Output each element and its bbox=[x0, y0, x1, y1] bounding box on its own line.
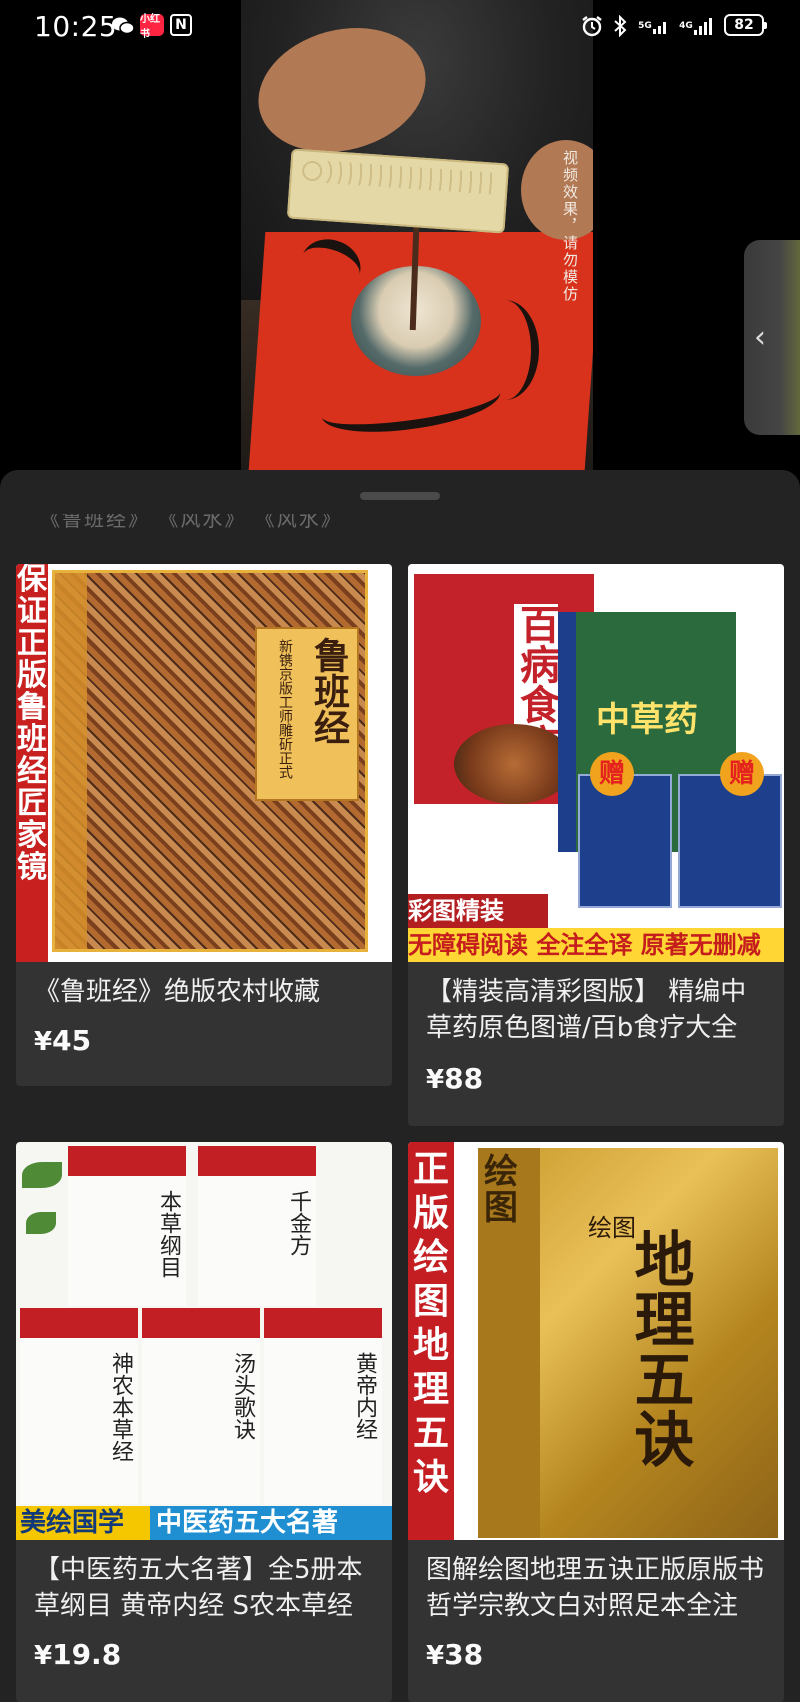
product-card[interactable]: 保证正版 鲁班经匠家镜 鲁班经 新镌京版工师雕斫正式 《鲁班经》绝版农村收藏 ¥… bbox=[16, 564, 392, 1086]
product-image: 本草纲目 千金方 神农本草经 汤头歌诀 黄帝内经 美绘国学 中医药五大名著 bbox=[16, 1142, 392, 1540]
currency-symbol: ¥ bbox=[426, 1641, 445, 1671]
promo-band-text: 保证正版 鲁班经匠家镜 bbox=[17, 564, 47, 885]
book-title: 黄帝内经 bbox=[352, 1352, 377, 1440]
book-cover: 绘图 绘图 地理五诀 bbox=[478, 1148, 778, 1538]
clock: 10:25 bbox=[34, 10, 118, 43]
product-card[interactable]: 正版绘图地理五诀 绘图 绘图 地理五诀 图解绘图地理五诀正版原版书哲学宗教文白对… bbox=[408, 1142, 784, 1702]
bluetooth-icon bbox=[612, 14, 628, 38]
book-spine bbox=[55, 573, 87, 949]
currency-symbol: ¥ bbox=[426, 1065, 445, 1095]
book-title: 千金方 bbox=[286, 1190, 311, 1256]
book-title: 汤头歌诀 bbox=[230, 1352, 255, 1440]
calligraphy-stroke bbox=[471, 300, 539, 400]
battery-icon: 82 bbox=[724, 14, 767, 36]
book-cover: 千金方 bbox=[198, 1146, 316, 1306]
product-title: 《鲁班经》绝版农村收藏 bbox=[34, 977, 321, 1007]
price-value: 38 bbox=[444, 1638, 484, 1671]
signal-5g-icon: 5G bbox=[636, 14, 672, 38]
status-bar: 10:25 小红书 N 5G 4G 82 bbox=[0, 0, 800, 52]
price-value: 88 bbox=[444, 1062, 484, 1095]
price-value: 19.8 bbox=[52, 1638, 122, 1671]
wechat-icon bbox=[110, 14, 136, 38]
book-cover: 本草纲目 bbox=[68, 1146, 186, 1306]
xiaohongshu-icon: 小红书 bbox=[140, 14, 164, 40]
promo-bar-left: 美绘国学 bbox=[16, 1506, 150, 1540]
video-player[interactable]: 视频效果，请勿模仿 bbox=[241, 0, 593, 470]
book-spine: 绘图 bbox=[478, 1148, 540, 1538]
gift-badge: 赠 bbox=[720, 752, 764, 796]
book-cover: 神农本草经 bbox=[20, 1308, 138, 1504]
product-price: ¥38 bbox=[426, 1638, 483, 1671]
promo-strip: 无障碍阅读 全注全译 原著无删减 bbox=[408, 928, 784, 962]
product-card[interactable]: 百病食疗 中草药 赠 赠 彩图精装 无障碍阅读 全注全译 原著无删减 【精装高清… bbox=[408, 564, 784, 1126]
product-price: ¥88 bbox=[426, 1062, 483, 1095]
chevron-left-icon: ‹ bbox=[754, 320, 766, 355]
product-title: 【中医药五大名著】全5册本草纲目 黄帝内经 S农本草经 bbox=[34, 1555, 363, 1621]
food-bowl bbox=[454, 724, 574, 804]
signal-4g-icon: 4G bbox=[678, 14, 718, 38]
product-sheet: 《鲁班经》 《风水》 《风水》 保证正版 鲁班经匠家镜 鲁班经 新镌京版工师雕斫… bbox=[0, 470, 800, 1702]
nfc-icon: N bbox=[170, 14, 192, 36]
sheet-drag-handle[interactable] bbox=[360, 492, 440, 500]
book-subtitle: 新镌京版工师雕斫正式 bbox=[277, 639, 293, 779]
leaf-decoration bbox=[22, 1162, 62, 1188]
promo-band: 保证正版 鲁班经匠家镜 bbox=[16, 564, 48, 962]
video-warning-note: 视频效果，请勿模仿 bbox=[561, 150, 579, 303]
promo-bar: 美绘国学 中医药五大名著 bbox=[16, 1506, 392, 1540]
product-title: 图解绘图地理五诀正版原版书哲学宗教文白对照足本全注 bbox=[426, 1555, 765, 1621]
gift-book bbox=[578, 774, 672, 908]
price-value: 45 bbox=[52, 1024, 92, 1057]
gift-book bbox=[678, 774, 782, 908]
currency-symbol: ¥ bbox=[34, 1027, 53, 1057]
network-label-5g: 5G bbox=[638, 20, 652, 31]
book-cover: 黄帝内经 bbox=[264, 1308, 382, 1504]
product-card[interactable]: 本草纲目 千金方 神农本草经 汤头歌诀 黄帝内经 美绘国学 中医药五大名著 【中… bbox=[16, 1142, 392, 1702]
book-title: 鲁班经 bbox=[308, 637, 350, 745]
alarm-icon bbox=[580, 14, 604, 38]
product-price: ¥45 bbox=[34, 1024, 91, 1057]
book-title: 神农本草经 bbox=[108, 1352, 133, 1462]
promo-band-text: 正版绘图地理五诀 bbox=[412, 1149, 449, 1498]
product-image: 保证正版 鲁班经匠家镜 鲁班经 新镌京版工师雕斫正式 bbox=[16, 564, 392, 962]
side-drawer-handle[interactable]: ‹ bbox=[744, 240, 800, 435]
product-image: 百病食疗 中草药 赠 赠 彩图精装 无障碍阅读 全注全译 原著无删减 bbox=[408, 564, 784, 962]
product-image: 正版绘图地理五诀 绘图 绘图 地理五诀 bbox=[408, 1142, 784, 1540]
promo-strip: 彩图精装 bbox=[408, 894, 548, 928]
leaf-decoration bbox=[26, 1212, 56, 1234]
book-label: 鲁班经 新镌京版工师雕斫正式 bbox=[255, 627, 359, 801]
promo-band: 正版绘图地理五诀 bbox=[408, 1142, 454, 1540]
currency-symbol: ¥ bbox=[34, 1641, 53, 1671]
book-title: 本草纲目 bbox=[156, 1190, 181, 1278]
scrolled-tab-row: 《鲁班经》 《风水》 《风水》 bbox=[40, 514, 343, 528]
promo-bar-right: 中医药五大名著 bbox=[150, 1506, 392, 1540]
book-cover: 鲁班经 新镌京版工师雕斫正式 bbox=[52, 570, 368, 952]
product-title: 【精装高清彩图版】 精编中草药原色图谱/百b食疗大全 bbox=[426, 977, 747, 1043]
product-price: ¥19.8 bbox=[34, 1638, 121, 1671]
gift-badge: 赠 bbox=[590, 752, 634, 796]
book-title: 地理五诀 bbox=[624, 1228, 694, 1468]
book-spine-text: 绘图 bbox=[484, 1152, 518, 1228]
book-cover: 汤头歌诀 bbox=[142, 1308, 260, 1504]
book-title: 中草药 bbox=[596, 700, 698, 740]
network-label-4g: 4G bbox=[679, 21, 693, 31]
